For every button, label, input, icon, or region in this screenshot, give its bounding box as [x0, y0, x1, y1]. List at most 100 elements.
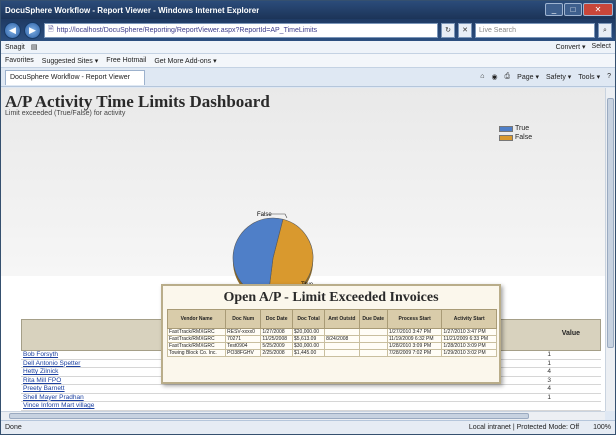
invoices-column-header: Process Start	[386, 309, 443, 329]
favorites-button[interactable]: Favorites	[5, 57, 34, 64]
minimize-button[interactable]: _	[545, 3, 563, 16]
invoice-row: FastTrack/RMXGRC Test0904 5/25/2009 $30,000…	[166, 342, 497, 350]
url-field[interactable]: 🗎 http://localhost/DocuSphere/Reporting/…	[44, 22, 438, 38]
invoice-cell: 2/25/2008	[260, 349, 293, 357]
grid-row-link[interactable]: Hetty Zilnick	[23, 368, 123, 375]
help-icon[interactable]: ?	[607, 73, 611, 81]
suggested-sites-link[interactable]: Suggested Sites ▾	[42, 57, 98, 65]
invoice-cell: 8/24/2008	[324, 335, 360, 343]
back-icon[interactable]: ◀	[4, 21, 21, 39]
horizontal-scrollbar[interactable]	[1, 411, 605, 420]
pie-label-false: False	[257, 212, 272, 218]
security-zone: Local intranet | Protected Mode: Off	[468, 424, 580, 431]
invoice-cell: 11/19/2009 6:32 PM	[386, 335, 443, 343]
legend-item-true: True	[499, 124, 532, 133]
safety-menu[interactable]: Safety ▾	[546, 73, 571, 81]
url-text: http://localhost/DocuSphere/Reporting/Re…	[56, 26, 318, 34]
invoice-cell: $5,613.09	[291, 335, 326, 343]
invoice-cell: 11/25/2008	[260, 335, 293, 343]
invoice-cell: 11/21/2009 6:33 PM	[441, 335, 497, 343]
invoice-cell	[358, 349, 388, 357]
invoice-cell: 1/28/2010 3:09 PM	[441, 342, 497, 350]
favorites-bar: Favorites Suggested Sites ▾ Free Hotmail…	[1, 54, 615, 68]
invoice-cell: 1/28/2010 3:09 PM	[386, 342, 443, 350]
grid-row-link[interactable]: Shell Mayer Pradhan	[23, 394, 123, 401]
invoices-column-header: Activity Start	[441, 309, 497, 329]
chart-legend: True False	[499, 124, 532, 142]
invoice-cell: 5/25/2009	[260, 342, 293, 350]
grid-row-link[interactable]: Vince Inform Mart village	[23, 402, 123, 409]
grid-row-link[interactable]: Preety Barnett	[23, 385, 123, 392]
invoice-cell: 70271	[225, 335, 262, 343]
snagit-options-icon[interactable]: ▤	[31, 43, 38, 51]
forward-icon[interactable]: ▶	[24, 21, 41, 39]
invoice-cell: PO38FGHV	[225, 349, 262, 357]
window-title: DocuSphere Workflow - Report Viewer - Wi…	[5, 5, 260, 15]
invoice-cell: Test0904	[225, 342, 262, 350]
invoice-row: FastTrack/RMXGRC RESV-xxxx0 1/27/2008 $20,0…	[166, 328, 497, 336]
invoice-cell: $20,000.00	[291, 328, 326, 336]
invoice-cell	[358, 328, 388, 336]
refresh-icon[interactable]: ↻	[441, 22, 455, 38]
popup-title: Open A/P - Limit Exceeded Invoices	[223, 290, 439, 305]
vertical-scrollbar[interactable]	[605, 88, 615, 411]
close-button[interactable]: ✕	[583, 3, 613, 16]
stop-icon[interactable]: ✕	[458, 22, 472, 38]
invoice-cell: 1/27/2008	[260, 328, 293, 336]
invoices-column-header: Amt Outstd	[324, 309, 360, 329]
limit-exceeded-popup: Open A/P - Limit Exceeded Invoices Vendo…	[161, 284, 501, 384]
invoices-column-header: Doc Total	[291, 309, 326, 329]
grid-row-link[interactable]: Dell Antonio Spetter	[23, 360, 123, 367]
grid-row-value: 3	[547, 376, 551, 384]
snagit-button[interactable]: Snagit	[5, 44, 25, 51]
feeds-icon[interactable]: ◉	[491, 73, 497, 81]
maximize-button[interactable]: □	[564, 3, 582, 16]
page-menu[interactable]: Page ▾	[517, 73, 539, 81]
grid-row-value: 4	[547, 368, 551, 376]
invoice-cell	[358, 335, 388, 343]
tab-report-viewer[interactable]: DocuSphere Workflow - Report Viewer	[5, 69, 145, 85]
grid-row-value: 4	[547, 385, 551, 393]
invoices-column-header: Vendor Name	[166, 309, 227, 329]
title-bar: DocuSphere Workflow - Report Viewer - Wi…	[1, 1, 615, 19]
status-text: Done	[5, 424, 22, 431]
grid-row-value: 1	[547, 359, 551, 367]
invoice-cell: 1/29/2010 3:02 PM	[441, 349, 497, 357]
horizontal-scroll-thumb[interactable]	[9, 413, 529, 419]
grid-row: Shell Mayer Pradhan 1	[21, 394, 601, 402]
invoice-cell	[358, 342, 388, 350]
free-hotmail-link[interactable]: Free Hotmail	[106, 57, 146, 64]
page-content: A/P Activity Time Limits Dashboard Limit…	[1, 88, 605, 411]
command-bar: Snagit ▤ Convert ▾ Select	[1, 41, 615, 54]
invoices-column-header: Due Date	[358, 309, 388, 329]
invoice-cell: $1,445.00	[291, 349, 326, 357]
home-icon[interactable]: ⌂	[480, 73, 484, 81]
tab-tools: ⌂ ◉ ⎙ Page ▾ Safety ▾ Tools ▾ ?	[480, 73, 611, 81]
get-more-addons-link[interactable]: Get More Add-ons ▾	[154, 57, 216, 65]
search-input[interactable]: Live Search	[475, 22, 595, 38]
legend-swatch-true	[499, 125, 513, 132]
invoice-cell: FastTrack/RMXGRC	[166, 335, 227, 343]
legend-item-false: False	[499, 133, 532, 142]
invoice-cell	[324, 349, 360, 357]
address-bar: ◀ ▶ 🗎 http://localhost/DocuSphere/Report…	[1, 19, 615, 41]
grid-row-link[interactable]: Bob Forsyth	[23, 351, 123, 358]
search-icon[interactable]: ⌕	[598, 22, 612, 38]
zoom-level[interactable]: 100%	[593, 424, 611, 431]
invoices-column-header: Doc Num	[225, 309, 262, 329]
invoice-cell: RESV-xxxx0	[225, 328, 262, 336]
pie-leader-false	[271, 213, 288, 219]
grid-row-link[interactable]: Rita Mill FPO	[23, 377, 123, 384]
grid-row: Vince Inform Mart village	[21, 402, 601, 411]
vertical-scroll-thumb[interactable]	[607, 98, 614, 348]
grid-row: Preety Barnett 4	[21, 385, 601, 394]
convert-button[interactable]: Convert ▾	[556, 43, 586, 51]
invoice-cell	[324, 328, 360, 336]
invoice-cell: FastTrack/RMXGRC	[166, 342, 227, 350]
search-placeholder: Live Search	[479, 26, 516, 34]
print-icon[interactable]: ⎙	[505, 73, 511, 81]
select-button[interactable]: Select	[592, 43, 611, 51]
invoice-cell: Towing Block Co. Inc.	[166, 349, 227, 357]
invoice-cell: FastTrack/RMXGRC	[166, 328, 227, 336]
tools-menu[interactable]: Tools ▾	[578, 73, 600, 81]
